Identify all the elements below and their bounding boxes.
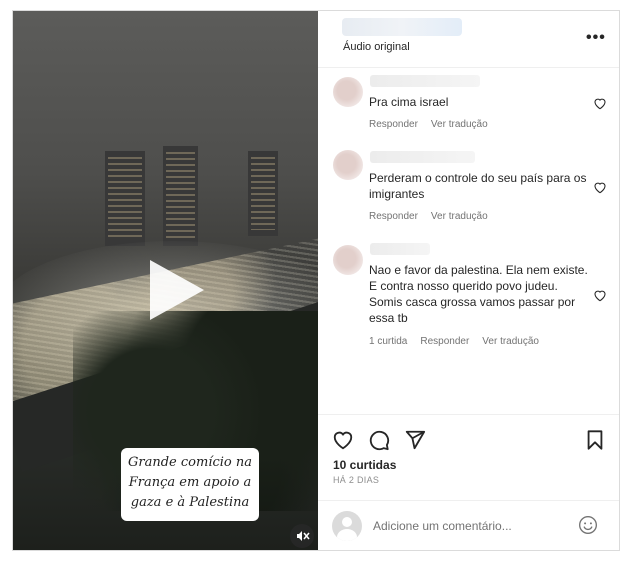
comment-item: Pra cima israel Responder Ver tradução (318, 67, 619, 147)
share-icon[interactable] (404, 429, 426, 451)
likes-count[interactable]: 10 curtidas (333, 458, 396, 472)
building (248, 151, 278, 236)
reply-button[interactable]: Responder (420, 336, 469, 347)
heart-icon[interactable] (332, 429, 354, 451)
add-comment-bar: Adicione um comentário... (318, 500, 619, 551)
comment-input[interactable]: Adicione um comentário... (373, 519, 512, 533)
video-caption: Grande comício na França em apoio a gaza… (121, 448, 259, 521)
translate-button[interactable]: Ver tradução (482, 336, 539, 347)
avatar[interactable] (333, 245, 363, 275)
emoji-icon[interactable] (578, 515, 598, 535)
avatar[interactable] (333, 77, 363, 107)
post-header: Áudio original ••• (318, 11, 619, 68)
action-bar: 10 curtidas HÁ 2 DIAS (318, 414, 619, 495)
play-icon[interactable] (150, 260, 204, 320)
comment-text: Pra cima israel (369, 95, 449, 109)
more-icon[interactable]: ••• (586, 29, 606, 47)
audio-label[interactable]: Áudio original (343, 41, 410, 53)
comment-text: Nao e favor da palestina. Ela nem existe… (369, 263, 588, 325)
avatar (332, 511, 362, 541)
username-blurred[interactable] (342, 18, 462, 36)
comment-meta: Responder Ver tradução (369, 211, 501, 222)
comment-item: Nao e favor da palestina. Ela nem existe… (318, 237, 619, 357)
username-blurred[interactable] (370, 75, 480, 87)
mute-icon[interactable] (290, 524, 314, 548)
heart-icon[interactable] (592, 287, 608, 303)
avatar[interactable] (333, 150, 363, 180)
post-time[interactable]: HÁ 2 DIAS (333, 475, 379, 485)
caption-line: França em apoio a (128, 475, 252, 490)
comment-meta: 1 curtida Responder Ver tradução (369, 336, 552, 347)
heart-icon[interactable] (592, 95, 608, 111)
translate-button[interactable]: Ver tradução (431, 211, 488, 222)
building (163, 146, 198, 246)
comment-text: Perderam o controle do seu país para os … (369, 171, 587, 201)
caption-line: gaza e à Palestina (130, 495, 250, 510)
comment-icon[interactable] (368, 429, 390, 451)
reply-button[interactable]: Responder (369, 211, 418, 222)
heart-icon[interactable] (592, 179, 608, 195)
username-blurred[interactable] (370, 243, 430, 255)
username-blurred[interactable] (370, 151, 475, 163)
reply-button[interactable]: Responder (369, 119, 418, 130)
comment-meta: Responder Ver tradução (369, 119, 501, 130)
caption-line: Grande comício na (128, 455, 252, 470)
video-player[interactable]: Grande comício na França em apoio a gaza… (13, 11, 318, 550)
likes-count[interactable]: 1 curtida (369, 336, 407, 347)
bookmark-icon[interactable] (584, 429, 606, 451)
translate-button[interactable]: Ver tradução (431, 119, 488, 130)
building (105, 151, 145, 246)
comment-item: Perderam o controle do seu país para os … (318, 147, 619, 237)
